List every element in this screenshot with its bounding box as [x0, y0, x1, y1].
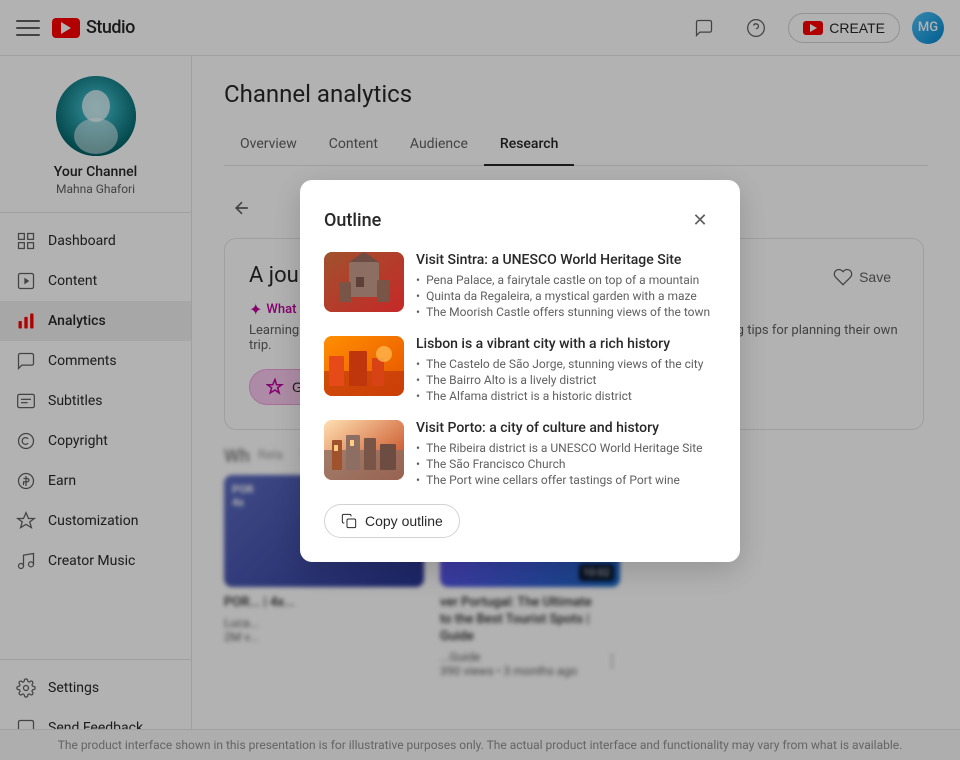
porto-bullet-2: The São Francisco Church: [416, 456, 716, 472]
porto-content: Visit Porto: a city of culture and histo…: [416, 420, 716, 488]
porto-bullets: The Ribeira district is a UNESCO World H…: [416, 440, 716, 488]
outline-item-lisbon: Lisbon is a vibrant city with a rich his…: [324, 336, 716, 404]
outline-overlay: Outline ✕ Visit Sintra: a UNESCO World H…: [0, 0, 960, 760]
lisbon-bullets: The Castelo de São Jorge, stunning views…: [416, 356, 716, 404]
porto-bullet-3: The Port wine cellars offer tastings of …: [416, 472, 716, 488]
lisbon-bullet-1: The Castelo de São Jorge, stunning views…: [416, 356, 716, 372]
lisbon-thumbnail: [324, 336, 404, 396]
porto-bullet-1: The Ribeira district is a UNESCO World H…: [416, 440, 716, 456]
sintra-content: Visit Sintra: a UNESCO World Heritage Si…: [416, 252, 716, 320]
porto-title: Visit Porto: a city of culture and histo…: [416, 420, 716, 436]
sintra-thumbnail: [324, 252, 404, 312]
modal-title: Outline: [324, 210, 381, 231]
outline-item-sintra: Visit Sintra: a UNESCO World Heritage Si…: [324, 252, 716, 320]
outline-item-porto: Visit Porto: a city of culture and histo…: [324, 420, 716, 488]
sintra-bullet-2: Quinta da Regaleira, a mystical garden w…: [416, 288, 716, 304]
porto-thumbnail: [324, 420, 404, 480]
sintra-bullet-3: The Moorish Castle offers stunning views…: [416, 304, 716, 320]
copy-outline-label: Copy outline: [365, 513, 443, 529]
lisbon-title: Lisbon is a vibrant city with a rich his…: [416, 336, 716, 352]
modal-close-button[interactable]: ✕: [684, 204, 716, 236]
lisbon-bullet-3: The Alfama district is a historic distri…: [416, 388, 716, 404]
outline-modal: Outline ✕ Visit Sintra: a UNESCO World H…: [300, 180, 740, 562]
lisbon-bullet-2: The Bairro Alto is a lively district: [416, 372, 716, 388]
lisbon-content: Lisbon is a vibrant city with a rich his…: [416, 336, 716, 404]
modal-header: Outline ✕: [324, 204, 716, 236]
sintra-bullets: Pena Palace, a fairytale castle on top o…: [416, 272, 716, 320]
sintra-title: Visit Sintra: a UNESCO World Heritage Si…: [416, 252, 716, 268]
copy-outline-button[interactable]: Copy outline: [324, 504, 460, 538]
sintra-bullet-1: Pena Palace, a fairytale castle on top o…: [416, 272, 716, 288]
